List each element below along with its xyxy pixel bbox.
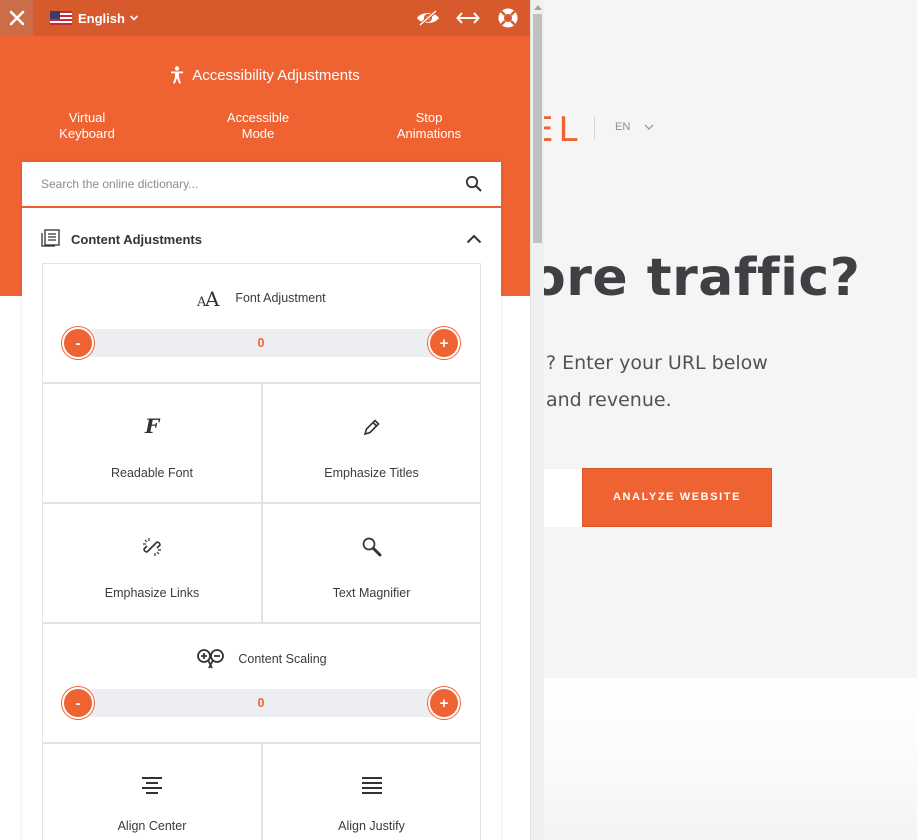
readable-font-label: Readable Font xyxy=(110,466,193,480)
language-label: English xyxy=(78,10,125,26)
oversize-widget-button[interactable] xyxy=(456,6,480,30)
site-subtext: ? Enter your URL below xyxy=(546,352,768,374)
site-lower-section xyxy=(540,678,917,840)
panel-title: Accessibility Adjustments xyxy=(0,66,530,84)
horizontal-arrows-icon xyxy=(456,12,480,24)
eye-slash-icon xyxy=(417,9,439,27)
stop-animations-button[interactable]: Stop Animations xyxy=(369,110,489,142)
content-scaling-control: Content Scaling - 0 + xyxy=(42,623,481,743)
emphasize-titles-label: Emphasize Titles xyxy=(324,466,419,480)
document-stack-icon xyxy=(41,229,60,247)
site-headline: ore traffic? xyxy=(530,248,861,308)
analyze-website-button[interactable]: ANALYZE WEBSITE xyxy=(582,468,772,527)
scroll-up-arrow[interactable] xyxy=(531,0,545,14)
hide-interface-button[interactable] xyxy=(416,6,440,30)
search-icon[interactable] xyxy=(465,175,483,193)
accessibility-panel: English Accessibility Adjustments Virtua… xyxy=(0,0,530,840)
align-center-button[interactable]: Align Center xyxy=(42,743,262,840)
align-justify-label: Align Justify xyxy=(338,819,405,833)
content-scaling-stepper: - 0 + xyxy=(62,687,460,719)
font-adjustment-label: Font Adjustment xyxy=(235,291,326,305)
zoom-in-out-icon xyxy=(197,649,225,669)
scrollbar-thumb[interactable] xyxy=(533,14,542,243)
increase-scaling-button[interactable]: + xyxy=(428,687,460,719)
accessible-mode-button[interactable]: Accessible Mode xyxy=(198,110,318,142)
font-adjustment-control: A A Font Adjustment - 0 + xyxy=(42,263,481,383)
increase-font-button[interactable]: + xyxy=(428,327,460,359)
close-icon xyxy=(9,10,24,26)
readable-font-icon: F xyxy=(144,414,161,438)
url-input[interactable] xyxy=(540,469,582,527)
site-language-selector[interactable]: EN xyxy=(615,121,630,133)
content-scaling-label: Content Scaling xyxy=(238,652,327,666)
broken-link-icon xyxy=(143,538,161,556)
align-center-icon xyxy=(142,777,162,794)
accessibility-person-icon xyxy=(171,66,184,84)
us-flag-icon xyxy=(50,11,72,25)
align-justify-icon xyxy=(361,777,382,794)
align-center-label: Align Center xyxy=(117,819,187,833)
section-title: Content Adjustments xyxy=(71,232,202,247)
panel-top-bar: English xyxy=(0,0,530,36)
language-selector[interactable]: English xyxy=(50,8,139,28)
chevron-up-icon[interactable] xyxy=(466,234,482,244)
emphasize-links-label: Emphasize Links xyxy=(104,586,200,600)
help-button[interactable] xyxy=(496,6,520,30)
close-button[interactable] xyxy=(0,0,33,36)
content-adjustments-section: Content Adjustments A A Font Adjustment … xyxy=(22,208,501,840)
panel-title-text: Accessibility Adjustments xyxy=(192,66,360,84)
font-size-value: 0 xyxy=(257,336,265,350)
svg-text:F: F xyxy=(144,414,161,438)
text-magnifier-button[interactable]: Text Magnifier xyxy=(262,503,481,623)
text-magnifier-label: Text Magnifier xyxy=(332,586,411,600)
site-subtext: and revenue. xyxy=(546,389,672,411)
chevron-down-icon[interactable] xyxy=(643,121,655,133)
emphasize-titles-icon-wrap xyxy=(263,417,480,437)
pen-icon xyxy=(363,419,380,436)
content-scaling-title: Content Scaling xyxy=(43,648,480,670)
svg-text:A: A xyxy=(204,288,220,308)
content-scaling-value: 0 xyxy=(257,696,265,710)
panel-scrollbar[interactable] xyxy=(530,0,544,840)
align-center-icon-wrap xyxy=(43,776,261,796)
align-justify-button[interactable]: Align Justify xyxy=(262,743,481,840)
readable-font-icon-wrap: F xyxy=(43,414,261,438)
text-magnifier-icon-wrap xyxy=(263,536,480,558)
magnifier-icon xyxy=(362,537,381,557)
logo-divider xyxy=(594,116,595,140)
font-size-stepper: - 0 + xyxy=(62,327,460,359)
font-adjustment-title: A A Font Adjustment xyxy=(43,288,480,308)
emphasize-titles-button[interactable]: Emphasize Titles xyxy=(262,383,481,503)
lifebuoy-icon xyxy=(498,8,518,28)
caret-up-icon xyxy=(534,5,542,10)
font-size-icon: A A xyxy=(197,288,220,308)
chevron-down-icon xyxy=(129,15,139,21)
dictionary-search xyxy=(22,162,501,208)
readable-font-button[interactable]: F Readable Font xyxy=(42,383,262,503)
emphasize-links-button[interactable]: Emphasize Links xyxy=(42,503,262,623)
content-adjustments-header[interactable]: Content Adjustments xyxy=(22,208,501,264)
align-justify-icon-wrap xyxy=(263,776,480,796)
virtual-keyboard-button[interactable]: Virtual Keyboard xyxy=(27,110,147,142)
emphasize-links-icon-wrap xyxy=(43,536,261,558)
dictionary-search-input[interactable] xyxy=(22,162,452,206)
